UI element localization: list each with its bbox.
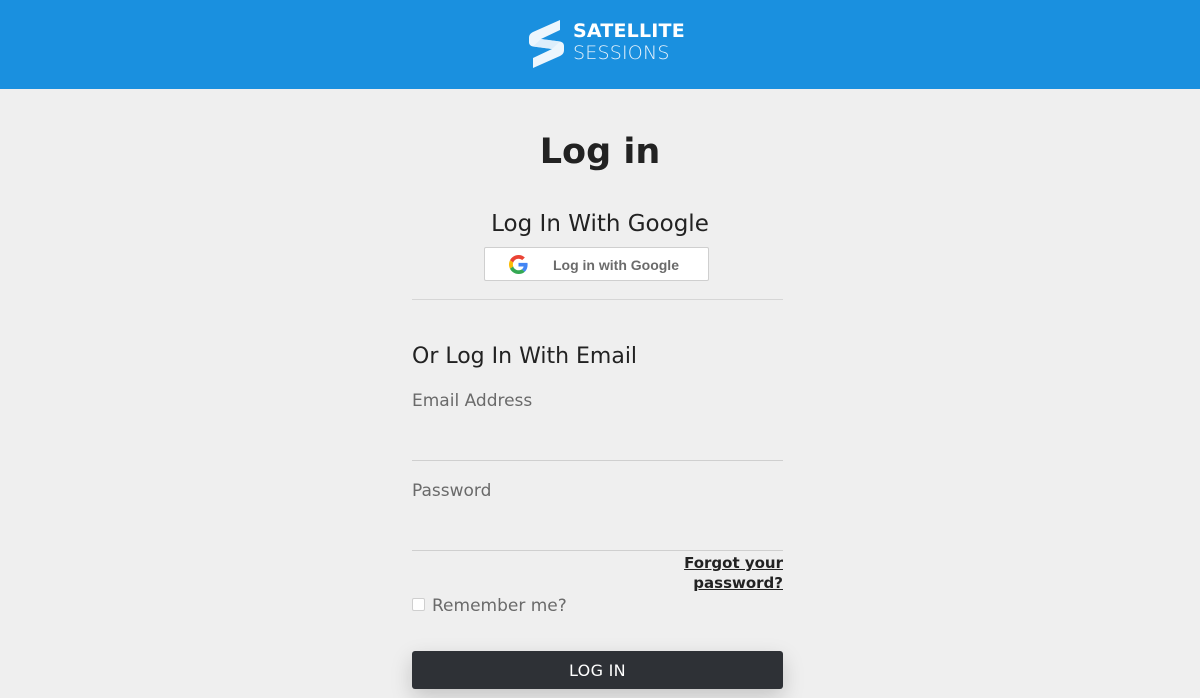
google-login-heading: Log In With Google [491,211,709,237]
google-g-icon [509,255,528,274]
email-label: Email Address [412,391,533,411]
login-submit-button[interactable]: LOG IN [412,651,783,689]
password-label: Password [412,481,492,501]
logo-line-2: SESSIONS [573,42,670,64]
password-field[interactable] [412,520,783,551]
remember-me-label[interactable]: Remember me? [432,595,567,617]
google-button-label: Log in with Google [553,257,679,273]
logo-line-1: SATELLITE [573,20,685,42]
email-field[interactable] [412,430,783,461]
logo-wordmark: SATELLITE SESSIONS [573,20,685,64]
page-title: Log in [539,132,661,172]
section-divider [412,299,783,300]
google-login-button[interactable]: Log in with Google [484,247,709,281]
forgot-password-link[interactable]: Forgot your password? [613,553,783,593]
site-logo[interactable]: SATELLITE SESSIONS [527,18,685,70]
email-login-heading: Or Log In With Email [412,344,638,369]
site-header: SATELLITE SESSIONS [0,0,1200,89]
remember-me-checkbox[interactable] [412,598,425,611]
satellite-s-logo-icon [529,20,564,68]
